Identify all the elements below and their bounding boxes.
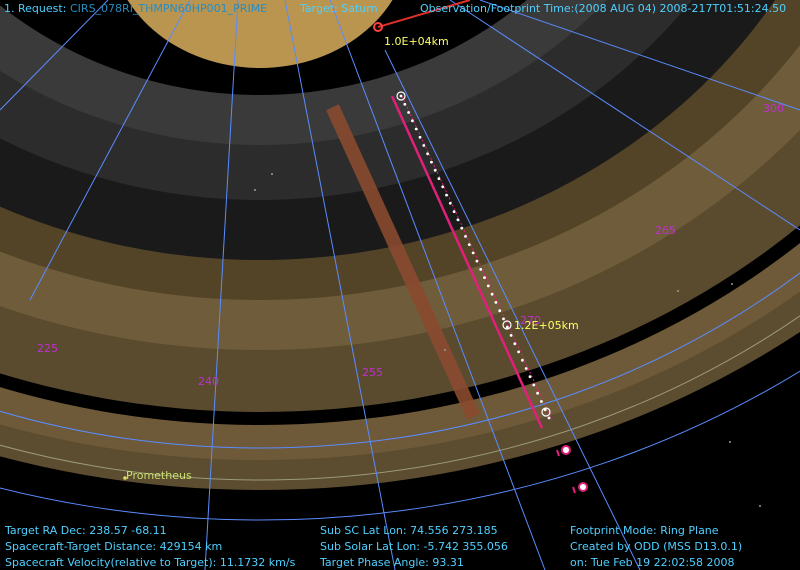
footprint-dot bbox=[411, 119, 414, 123]
lon-label-225: 225 bbox=[37, 342, 58, 355]
footprint-dot bbox=[536, 391, 539, 395]
footprint-dot bbox=[486, 284, 490, 288]
footprint-dot bbox=[456, 218, 460, 222]
footer-velocity: Spacecraft Velocity(relative to Target):… bbox=[5, 556, 296, 569]
lon-label-240: 240 bbox=[198, 375, 219, 388]
footprint-dot bbox=[517, 350, 520, 354]
footer-footprint-mode: Footprint Mode: Ring Plane bbox=[570, 524, 719, 537]
footprint-dot bbox=[524, 367, 528, 370]
footer-ra-dec: Target RA Dec: 238.57 -68.11 bbox=[5, 524, 167, 537]
footer-sub-solar: Sub Solar Lat Lon: -5.742 355.056 bbox=[320, 540, 508, 553]
footprint-dot bbox=[418, 135, 422, 139]
header-target: Target: Saturn bbox=[300, 2, 378, 15]
footprint-dot bbox=[399, 94, 403, 98]
footprint-dot bbox=[441, 185, 445, 189]
footer-sub-sc: Sub SC Lat Lon: 74.556 273.185 bbox=[320, 524, 498, 537]
footer-created-by: Created by ODD (MSS D13.0.1) bbox=[570, 540, 743, 553]
saturn-rings bbox=[0, 0, 800, 560]
lon-label-300: 300 bbox=[763, 102, 784, 115]
footprint-dot bbox=[528, 375, 532, 379]
footprint-dot bbox=[460, 226, 464, 230]
footprint-dot bbox=[464, 235, 467, 238]
top-scale-label: 1.0E+04km bbox=[384, 35, 449, 48]
footprint-dot bbox=[452, 210, 456, 214]
footer-distance: Spacecraft-Target Distance: 429154 km bbox=[5, 540, 223, 553]
footprint-dot bbox=[467, 243, 471, 247]
header-request-id: CIRS_078RI_THMPN60HP001_PRIME bbox=[70, 2, 268, 15]
footprint-dot bbox=[498, 309, 502, 313]
footprint-dot bbox=[422, 144, 426, 147]
lon-label-265: 265 bbox=[655, 224, 676, 237]
header-observation-time: Observation/Footprint Time:(2008 AUG 04)… bbox=[420, 2, 787, 15]
footprint-dot bbox=[513, 342, 517, 346]
footprint-dot bbox=[475, 259, 479, 263]
ring-scene: 225 240 255 270 265 300 1.0E+04km 1.2E+0… bbox=[0, 0, 800, 570]
footprint-dot bbox=[540, 400, 543, 403]
footprint-dot bbox=[547, 416, 551, 420]
footprint-dot bbox=[483, 276, 486, 279]
footprint-dot bbox=[521, 358, 524, 362]
footprint-dot bbox=[445, 193, 448, 197]
footprint-dot bbox=[502, 317, 505, 321]
footprint-dot bbox=[471, 251, 475, 255]
mid-scale-label: 1.2E+05km bbox=[514, 319, 579, 332]
footer-created-on: on: Tue Feb 19 22:02:58 2008 bbox=[570, 556, 735, 569]
footprint-dot bbox=[433, 168, 437, 172]
footprint-dot bbox=[532, 383, 536, 387]
footprint-dot bbox=[407, 111, 410, 114]
lower-marker-b bbox=[578, 482, 588, 492]
footprint-dot bbox=[479, 268, 483, 271]
footprint-dot bbox=[448, 201, 452, 205]
ring-plane-footprint-view: 225 240 255 270 265 300 1.0E+04km 1.2E+0… bbox=[0, 0, 800, 570]
footprint-dot bbox=[494, 301, 498, 304]
header-request-prefix: 1. Request: bbox=[4, 2, 67, 15]
footprint-dot bbox=[490, 292, 494, 296]
footprint-dot bbox=[426, 152, 429, 156]
footprint-dot bbox=[414, 127, 418, 131]
lower-marker-a bbox=[561, 445, 571, 455]
footprint-dot bbox=[509, 334, 513, 337]
lon-label-255: 255 bbox=[362, 366, 383, 379]
prometheus-label: Prometheus bbox=[126, 469, 192, 482]
footprint-dot bbox=[403, 102, 407, 106]
footer-phase-angle: Target Phase Angle: 93.31 bbox=[320, 556, 464, 569]
footprint-dot bbox=[437, 177, 441, 181]
footprint-dot bbox=[430, 160, 433, 164]
